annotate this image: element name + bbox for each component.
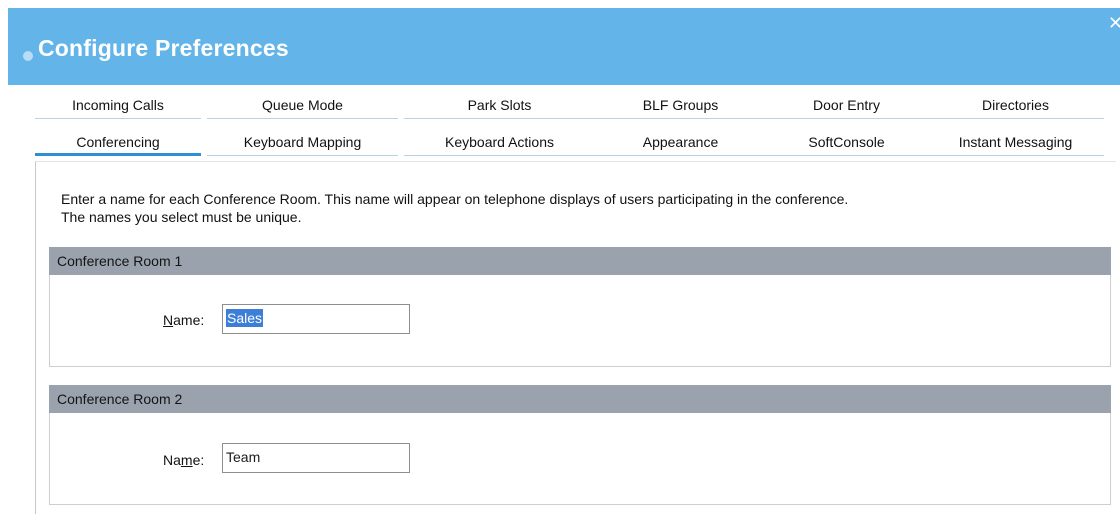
- tab-keyboard-actions[interactable]: Keyboard Actions: [404, 128, 595, 156]
- tab-blf-groups[interactable]: BLF Groups: [595, 91, 766, 119]
- tab-queue-mode[interactable]: Queue Mode: [207, 91, 398, 119]
- conferencing-description: Enter a name for each Conference Room. T…: [61, 190, 1101, 226]
- conference-room-1-name-label: Name:: [163, 312, 205, 328]
- tab-park-slots[interactable]: Park Slots: [404, 91, 595, 119]
- conference-room-2-name-input[interactable]: Team: [222, 443, 410, 473]
- tab-softconsole[interactable]: SoftConsole: [766, 128, 927, 156]
- conference-room-1-name-value: Sales: [226, 309, 264, 327]
- conference-room-1-name-input[interactable]: Sales: [222, 304, 410, 334]
- tab-door-entry[interactable]: Door Entry: [766, 91, 927, 119]
- conference-room-2-body: [49, 413, 1111, 505]
- tab-appearance[interactable]: Appearance: [595, 128, 766, 156]
- dialog-title-bar: Configure Preferences ✕: [8, 8, 1120, 85]
- conference-room-2-name-value: Team: [226, 449, 261, 465]
- tab-directories[interactable]: Directories: [927, 91, 1104, 119]
- close-icon[interactable]: ✕: [1108, 8, 1120, 38]
- conference-room-2-header: Conference Room 2: [49, 385, 1111, 413]
- description-line-2: The names you select must be unique.: [61, 209, 302, 225]
- dialog-title: Configure Preferences: [38, 35, 289, 61]
- title-bullet-icon: [23, 51, 33, 61]
- description-line-1: Enter a name for each Conference Room. T…: [61, 191, 849, 207]
- conference-room-1-header: Conference Room 1: [49, 247, 1111, 275]
- tab-keyboard-mapping[interactable]: Keyboard Mapping: [207, 128, 398, 156]
- tab-conferencing[interactable]: Conferencing: [35, 128, 201, 156]
- tab-incoming-calls[interactable]: Incoming Calls: [35, 91, 201, 119]
- tab-instant-messaging[interactable]: Instant Messaging: [927, 128, 1104, 156]
- conference-room-2-name-label: Name:: [163, 452, 205, 468]
- conference-room-1-body: [49, 275, 1111, 367]
